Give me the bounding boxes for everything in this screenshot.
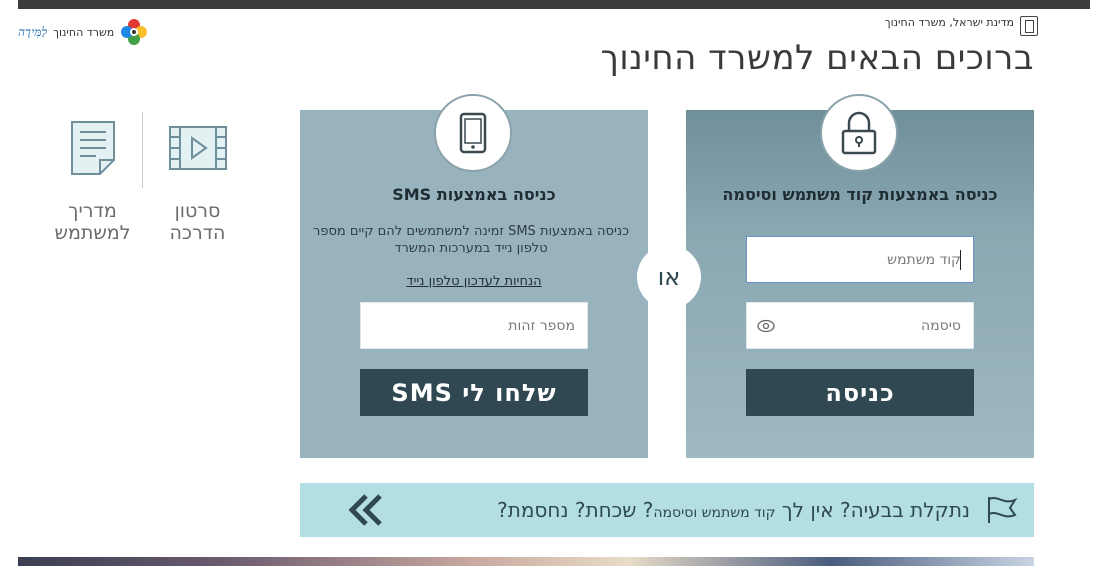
trouble-text-small: קוד משתמש וסיסמה [653, 505, 776, 521]
flag-icon [982, 490, 1022, 530]
help-links: סרטון הדרכה מדריך למשתמש [40, 112, 250, 252]
tutorial-video-label: סרטון הדרכה [169, 200, 226, 244]
password-login-panel: כניסה באמצעות קוד משתמש וסיסמה כניסה [686, 94, 1034, 458]
trouble-text: נתקלת בבעיה? אין לך קוד משתמש וסיסמה? שכ… [497, 498, 970, 522]
login-button[interactable]: כניסה [746, 369, 974, 416]
sms-description: כניסה באמצעות SMS זמינה למשתמשים להם קיי… [313, 224, 629, 256]
trouble-banner[interactable]: נתקלת בבעיה? אין לך קוד משתמש וסיסמה? שכ… [300, 483, 1034, 537]
hero-image-strip [18, 557, 1034, 566]
brand-name: משרד החינוך [53, 25, 115, 39]
password-input[interactable] [759, 317, 961, 334]
brand-script: לַמִּידָה [18, 24, 48, 39]
update-phone-link[interactable]: הנחיות לעדכון טלפון נייד [300, 274, 648, 289]
username-field[interactable] [746, 236, 974, 283]
user-guide-label: מדריך למשתמש [54, 200, 131, 244]
trouble-text-main: נתקלת בבעיה? אין לך [775, 498, 970, 522]
page-title: ברוכים הבאים למשרד החינוך [600, 38, 1034, 78]
document-icon [61, 112, 125, 184]
id-number-input[interactable] [373, 317, 575, 334]
trouble-text-end: ? שכחת? נחסמת? [497, 498, 654, 522]
password-login-title: כניסה באמצעות קוד משתמש וסיסמה [722, 185, 998, 204]
sms-login-title: כניסה באמצעות SMS [392, 185, 556, 204]
top-bar [18, 0, 1090, 9]
show-password-icon[interactable] [757, 317, 775, 335]
sms-login-panel: כניסה באמצעות SMS כניסה באמצעות SMS זמינ… [300, 94, 648, 458]
password-field[interactable] [746, 302, 974, 349]
mobile-phone-icon [434, 94, 512, 172]
or-separator: או [637, 245, 701, 309]
send-sms-button[interactable]: שלחו לי SMS [360, 369, 588, 416]
double-chevron-left-icon[interactable] [346, 492, 386, 528]
tutorial-video-link[interactable]: סרטון הדרכה [145, 112, 250, 252]
gov-header: מדינת ישראל, משרד החינוך [885, 16, 1038, 36]
video-icon [166, 112, 230, 184]
user-guide-link[interactable]: מדריך למשתמש [40, 112, 145, 252]
divider [142, 112, 143, 188]
gov-text: מדינת ישראל, משרד החינוך [884, 16, 1014, 29]
state-emblem-icon [1020, 16, 1038, 36]
moe-flower-icon [121, 19, 148, 45]
id-number-field[interactable] [360, 302, 588, 349]
username-input[interactable] [759, 251, 961, 268]
lock-icon [820, 94, 898, 172]
moe-logo[interactable]: משרד החינוך לַמִּידָה [18, 18, 148, 46]
